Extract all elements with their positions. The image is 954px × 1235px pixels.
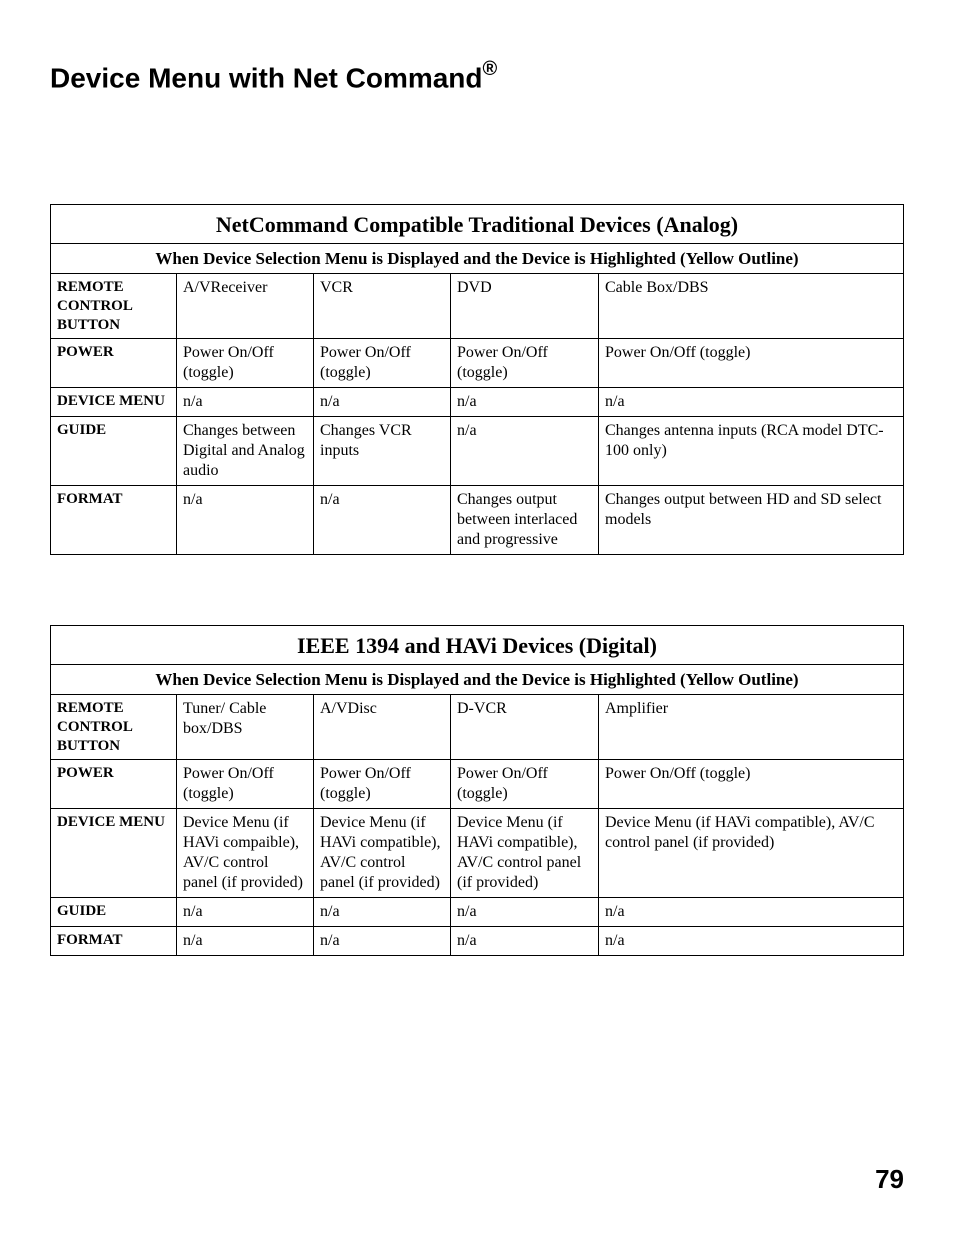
table-row: REMOTE CONTROL BUTTON A/VReceiver VCR DV… (51, 274, 904, 339)
cell: Cable Box/DBS (599, 274, 904, 339)
cell: n/a (314, 486, 451, 555)
cell: Changes between Digital and Analog audio (177, 417, 314, 486)
page-title-text: Device Menu with Net Command (50, 62, 483, 93)
row-header: GUIDE (51, 417, 177, 486)
table-row: FORMAT n/a n/a n/a n/a (51, 927, 904, 956)
cell: Changes antenna inputs (RCA model DTC-10… (599, 417, 904, 486)
table-row: GUIDE Changes between Digital and Analog… (51, 417, 904, 486)
cell: Power On/Off (toggle) (451, 339, 599, 388)
cell: VCR (314, 274, 451, 339)
cell: n/a (451, 417, 599, 486)
table-row: IEEE 1394 and HAVi Devices (Digital) (51, 626, 904, 665)
cell: D-VCR (451, 695, 599, 760)
cell: A/VReceiver (177, 274, 314, 339)
table-row: GUIDE n/a n/a n/a n/a (51, 898, 904, 927)
cell: Device Menu (if HAVi compatible), AV/C c… (451, 809, 599, 898)
cell: n/a (451, 898, 599, 927)
table-title: IEEE 1394 and HAVi Devices (Digital) (51, 626, 904, 665)
cell: Changes VCR inputs (314, 417, 451, 486)
cell: Device Menu (if HAVi compatible), AV/C c… (314, 809, 451, 898)
cell: Power On/Off (toggle) (599, 760, 904, 809)
cell: Device Menu (if HAVi compatible), AV/C c… (599, 809, 904, 898)
cell: Tuner/ Cable box/DBS (177, 695, 314, 760)
cell: n/a (177, 486, 314, 555)
cell: Power On/Off (toggle) (599, 339, 904, 388)
page-number: 79 (875, 1164, 904, 1195)
row-header: POWER (51, 760, 177, 809)
row-header: GUIDE (51, 898, 177, 927)
cell: n/a (451, 388, 599, 417)
row-header: FORMAT (51, 927, 177, 956)
table-analog: NetCommand Compatible Traditional Device… (50, 204, 904, 555)
table-row: FORMAT n/a n/a Changes output between in… (51, 486, 904, 555)
row-header: DEVICE MENU (51, 809, 177, 898)
table-row: DEVICE MENU n/a n/a n/a n/a (51, 388, 904, 417)
row-header: REMOTE CONTROL BUTTON (51, 274, 177, 339)
cell: n/a (177, 898, 314, 927)
row-header: REMOTE CONTROL BUTTON (51, 695, 177, 760)
table-row: REMOTE CONTROL BUTTON Tuner/ Cable box/D… (51, 695, 904, 760)
table-row: POWER Power On/Off (toggle) Power On/Off… (51, 339, 904, 388)
cell: n/a (177, 927, 314, 956)
cell: Power On/Off (toggle) (314, 760, 451, 809)
table-subtitle: When Device Selection Menu is Displayed … (51, 243, 904, 273)
table-digital: IEEE 1394 and HAVi Devices (Digital) Whe… (50, 625, 904, 956)
table-row: POWER Power On/Off (toggle) Power On/Off… (51, 760, 904, 809)
table-row: NetCommand Compatible Traditional Device… (51, 205, 904, 244)
cell: n/a (599, 927, 904, 956)
registered-mark: ® (483, 58, 498, 80)
cell: n/a (451, 927, 599, 956)
cell: n/a (599, 898, 904, 927)
row-header: FORMAT (51, 486, 177, 555)
page-title: Device Menu with Net Command® (50, 60, 904, 94)
cell: n/a (314, 388, 451, 417)
cell: A/VDisc (314, 695, 451, 760)
cell: Power On/Off (toggle) (177, 339, 314, 388)
table-row: DEVICE MENU Device Menu (if HAVi compaib… (51, 809, 904, 898)
table-row: When Device Selection Menu is Displayed … (51, 664, 904, 694)
cell: Power On/Off (toggle) (451, 760, 599, 809)
table-title: NetCommand Compatible Traditional Device… (51, 205, 904, 244)
cell: n/a (599, 388, 904, 417)
cell: Device Menu (if HAVi compaible), AV/C co… (177, 809, 314, 898)
row-header: DEVICE MENU (51, 388, 177, 417)
page: Device Menu with Net Command® NetCommand… (0, 0, 954, 1235)
cell: Changes output between HD and SD select … (599, 486, 904, 555)
row-header: POWER (51, 339, 177, 388)
cell: Changes output between interlaced and pr… (451, 486, 599, 555)
table-subtitle: When Device Selection Menu is Displayed … (51, 664, 904, 694)
cell: DVD (451, 274, 599, 339)
cell: Amplifier (599, 695, 904, 760)
cell: n/a (177, 388, 314, 417)
cell: Power On/Off (toggle) (314, 339, 451, 388)
table-row: When Device Selection Menu is Displayed … (51, 243, 904, 273)
cell: Power On/Off (toggle) (177, 760, 314, 809)
cell: n/a (314, 898, 451, 927)
cell: n/a (314, 927, 451, 956)
